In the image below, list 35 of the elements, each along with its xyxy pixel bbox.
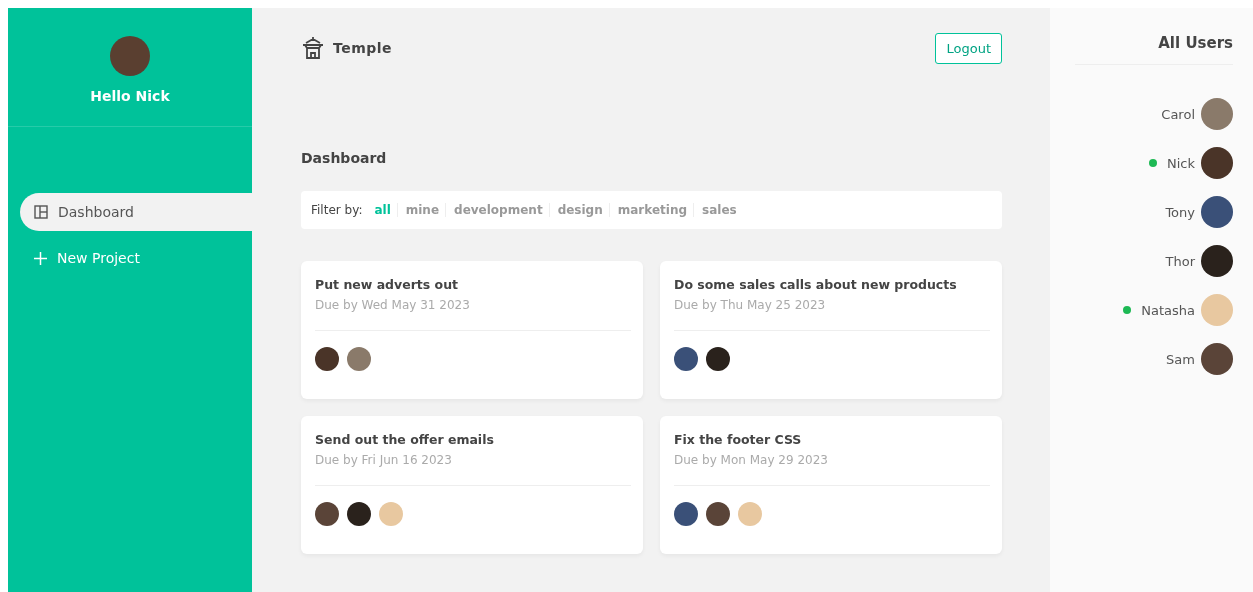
plus-icon: [34, 251, 47, 265]
filter-option[interactable]: mine: [405, 203, 447, 217]
logout-button[interactable]: Logout: [935, 32, 1002, 64]
due-date: Due by Wed May 31 2023: [315, 298, 631, 331]
user-name: Tony: [1165, 204, 1195, 220]
project-card[interactable]: Put new adverts out Due by Wed May 31 2023: [301, 261, 643, 399]
filter-option[interactable]: development: [454, 203, 550, 217]
project-title: Fix the footer CSS: [674, 432, 803, 447]
project-card[interactable]: Send out the offer emails Due by Fri Jun 16 2023: [301, 416, 643, 554]
user-name: Thor: [1165, 253, 1195, 269]
project-card[interactable]: Fix the footer CSS Due by Mon May 29 2023: [660, 416, 1002, 554]
due-date: Due by Thu May 25 2023: [674, 298, 990, 331]
nav-item[interactable]: New Project: [20, 239, 252, 277]
nav-item[interactable]: Dashboard: [20, 193, 252, 231]
user-name: Carol: [1161, 106, 1195, 122]
page-title: Dashboard: [301, 150, 388, 166]
layout-icon: [34, 205, 48, 219]
filter-option[interactable]: sales: [702, 203, 743, 217]
project-card[interactable]: Do some sales calls about new products Due by Thu May 25 2023: [660, 261, 1002, 399]
project-title: Put new adverts out: [315, 277, 460, 292]
panel-title: All Users: [1075, 34, 1233, 65]
greeting: Hello Nick: [90, 88, 170, 104]
filter-option[interactable]: all: [374, 203, 398, 217]
project-title: Do some sales calls about new products: [674, 277, 958, 292]
user-name: Natasha: [1141, 302, 1195, 318]
due-date: Due by Fri Jun 16 2023: [315, 453, 631, 486]
filter-option[interactable]: marketing: [617, 203, 695, 217]
temple-icon: [301, 36, 325, 60]
user-name: Sam: [1166, 351, 1195, 367]
due-date: Due by Mon May 29 2023: [674, 453, 990, 486]
filter-option[interactable]: design: [557, 203, 610, 217]
user-name: Nick: [1167, 155, 1195, 171]
logo-text: Temple: [333, 40, 393, 56]
filter-label: Filter by:: [311, 203, 363, 217]
project-title: Send out the offer emails: [315, 432, 495, 447]
